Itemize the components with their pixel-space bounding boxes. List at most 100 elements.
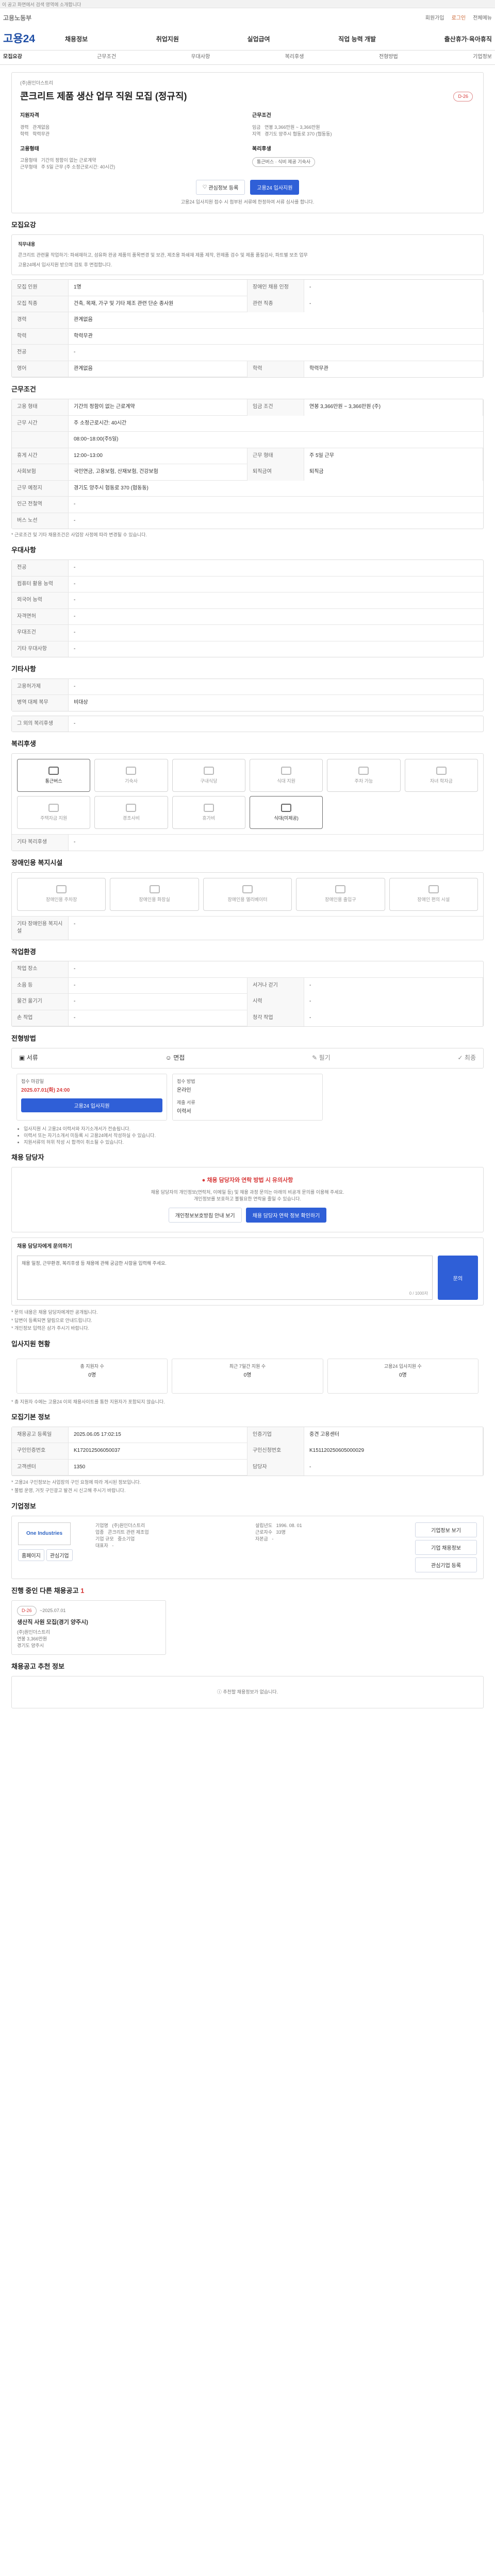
homepage-button[interactable]: 홈페이지	[18, 1549, 44, 1561]
meal-icon	[281, 766, 292, 775]
login-link[interactable]: 로그인	[452, 15, 466, 23]
bus-icon	[48, 766, 59, 775]
status-weekly: 최근 7일간 지원 수 0명	[172, 1359, 323, 1394]
selection-steps: ▣ 서류 ☺ 면접 ✎ 필기 ✓ 최종	[11, 1048, 484, 1069]
status-online: 고용24 입사지원 수 0명	[327, 1359, 478, 1394]
gnb-item-support[interactable]: 취업지원	[156, 35, 179, 44]
privacy-guide-button[interactable]: 개인정보보호방침 안내 보기	[168, 1207, 242, 1223]
disabled-tile-restroom: 장애인용 화장실	[110, 877, 199, 911]
status-total: 총 지원자 수 0명	[16, 1359, 168, 1394]
vacation-icon	[203, 803, 214, 812]
duty-title: 직무내용	[18, 242, 36, 247]
company-jobs-button[interactable]: 기업 채용정보	[415, 1539, 477, 1555]
gnb-item-training[interactable]: 직업 능력 개발	[338, 35, 376, 44]
subnav-item-company[interactable]: 기업정보	[473, 54, 492, 61]
gnb-item-leave[interactable]: 출산휴가·육아휴직	[444, 35, 492, 44]
ministry-logo[interactable]: 고용노동부	[3, 14, 31, 23]
gift-icon	[126, 803, 137, 812]
welfare-section: 복리후생 통근버스 기숙사 구내식당 식대 지원 주차 가능 자녀 학자금 주택…	[11, 739, 484, 851]
summary-welfare-title: 복리후생	[252, 146, 271, 152]
save-job-button[interactable]: ♡ 관심정보 등록	[195, 180, 245, 195]
gnb-item-unemployment[interactable]: 실업급여	[247, 35, 270, 44]
subnav-item-work[interactable]: 근무조건	[97, 54, 116, 61]
disabled-tile-parking: 장애인용 주차장	[17, 877, 106, 911]
education-icon	[436, 766, 447, 775]
recommend-section: 채용공고 추천 정보 ⓘ 추천할 채용정보가 없습니다.	[11, 1662, 484, 1708]
more-jobs-section: 진행 중인 다른 채용공고 1 D-26 ~2025.07.01 생산직 사원 …	[11, 1586, 484, 1655]
welfare-title: 복리후생	[11, 740, 36, 748]
summary-conditions-title: 근무조건	[252, 113, 271, 119]
recommend-title: 채용공고 추천 정보	[11, 1662, 64, 1670]
step-document: ▣ 서류	[19, 1054, 38, 1062]
welfare-tile-bus: 통근버스	[17, 759, 91, 792]
house-icon	[126, 766, 137, 775]
summary-career: 경력 관계없음	[20, 124, 50, 130]
selection-notes: 입사지원 시 고용24 이력서와 자기소개서가 전송됩니다. 이력서 또는 자기…	[11, 1126, 484, 1146]
recruit-section: 모집요강 직무내용 콘크리트 관련물 작업하기: 파쇄재하고, 섬유화 완공 제…	[11, 221, 484, 378]
other-table: 고용허가제 - 병역 대체 복무 비대상	[11, 678, 484, 711]
gnb-item-jobs[interactable]: 채용정보	[65, 35, 88, 44]
contact-info-button[interactable]: 채용 담당자 연락 정보 확인하기	[245, 1207, 327, 1223]
company-info-left: 기업명 (주)원인더스트리 업종 콘크리트 관련 제조업 기업 규모 중소기업 …	[95, 1522, 149, 1549]
step-written: ✎ 필기	[312, 1054, 331, 1062]
disabled-tile-elevator: 장애인용 엘리베이터	[203, 877, 292, 911]
header: 고용노동부 회원가입 로그인 전체메뉴	[0, 8, 495, 29]
job-title: 콘크리트 제품 생산 업무 직원 모집 (정규직)	[20, 91, 187, 102]
welfare-tile-dorm: 기숙사	[94, 759, 168, 792]
warning-line-2: 개인정보를 보호하고 불필요한 연락을 줄일 수 있습니다.	[194, 1196, 301, 1201]
restroom-icon	[149, 885, 160, 894]
contact-notes: * 문의 내용은 채용 담당자에게만 공개됩니다. * 답변이 등록되면 알림으…	[11, 1310, 98, 1331]
follow-company-button[interactable]: 관심기업	[46, 1549, 73, 1561]
welfare-tile-meal-support: 식대(미제공)	[249, 796, 323, 829]
company-title: 기업정보	[11, 1502, 36, 1511]
summary-education: 학력 학력무관	[20, 131, 50, 137]
welfare-tile-housing: 주택자금 지원	[17, 796, 91, 829]
subnav-item-recruit[interactable]: 모집요강	[3, 54, 22, 61]
subnav-item-prefer[interactable]: 우대사항	[191, 54, 210, 61]
subnav-item-welfare[interactable]: 복리후생	[285, 54, 304, 61]
parking-icon	[358, 766, 369, 775]
question-textarea[interactable]: 채용 일정, 근무환경, 복리후생 등 채용에 관해 궁금한 사항을 입력해 주…	[17, 1256, 433, 1300]
contact-title: 채용 담당자	[11, 1153, 44, 1161]
subnav-item-selection[interactable]: 전형방법	[379, 54, 398, 61]
company-info-button[interactable]: 기업정보 보기	[415, 1522, 477, 1537]
work-section: 근무조건 고용 형태 기간의 정함이 없는 근로계약 임금 조건 연봉 3,366만원…	[11, 385, 484, 538]
company-name: (주)원인더스트리	[20, 80, 53, 86]
selection-section: 전형방법 ▣ 서류 ☺ 면접 ✎ 필기 ✓ 최종 접수 마감일 2025.07.…	[11, 1034, 484, 1145]
company-section: 기업정보 One Industries 홈페이지 관심기업 기업명 (주)원인더…	[11, 1502, 484, 1579]
summary-employment-title: 고용형태	[20, 146, 39, 152]
summary-welfare: 통근버스 · 식비 제공 기숙사	[252, 157, 475, 167]
header-utilities: 회원가입 로그인 전체메뉴	[425, 15, 492, 23]
summary-employment: 고용형태 기간의 정함이 없는 근로계약	[20, 158, 96, 163]
warning-icon: ●	[202, 1177, 206, 1183]
step-interview: ☺ 면접	[165, 1054, 185, 1062]
company-box: One Industries 홈페이지 관심기업 기업명 (주)원인더스트리 업…	[11, 1515, 484, 1579]
recruit-table: 모집 인원 1명 장애인 채용 인정 - 모집 직종 건축, 목재, 가구 및 기타 제…	[11, 279, 484, 378]
all-menu-link[interactable]: 전체메뉴	[473, 15, 492, 23]
dday-badge: D-26	[453, 91, 473, 101]
disabled-box: 장애인용 주차장 장애인용 화장실 장애인용 엘리베이터 장애인용 출입구 장애…	[11, 872, 484, 940]
site-brand[interactable]: 고용24	[3, 31, 65, 47]
home-loan-icon	[48, 803, 59, 812]
environment-table: 작업 장소 - 소음 등 - 서거나 걷기 - 물건 옮기기 - 시력 - 손 작업 - 청각 작…	[11, 961, 484, 1027]
apply-info: 접수 마감일 2025.07.01(화) 24:00 고용24 입사지원 접수 …	[11, 1069, 484, 1126]
elevator-icon	[242, 885, 253, 894]
job-detail-page: (주)원인더스트리 콘크리트 제품 생산 업무 직원 모집 (정규직) D-26…	[11, 72, 484, 1708]
deadline-card: 접수 마감일 2025.07.01(화) 24:00 고용24 입사지원	[16, 1073, 167, 1121]
apply-online-button[interactable]: 고용24 입사지원	[21, 1098, 162, 1113]
company-follow-button[interactable]: 관심기업 등록	[415, 1557, 477, 1572]
signup-link[interactable]: 회원가입	[425, 15, 444, 23]
welfare-box: 통근버스 기숙사 구내식당 식대 지원 주차 가능 자녀 학자금 주택자금 지원…	[11, 753, 484, 851]
summary-qualification: 지원자격 경력 관계없음 학력 학력무관 고용형태 고용형태 기간의 정함이 없…	[20, 112, 243, 171]
global-navigation: 채용정보 취업지원 실업급여 직업 능력 개발 출산휴가·육아휴직	[65, 35, 492, 44]
company-info-right: 설립년도 1996. 08. 01 근로자수 33명 자본금 -	[255, 1522, 302, 1541]
extra-welfare: 그 외의 복리후생 -	[11, 715, 484, 733]
disabled-section: 장애인용 복지시설 장애인용 주차장 장애인용 화장실 장애인용 엘리베이터 장…	[11, 858, 484, 940]
warning-title: ● 채용 담당자와 연락 방법 시 유의사항	[202, 1177, 293, 1183]
question-submit-button[interactable]: 문의	[438, 1256, 478, 1300]
more-jobs-title: 진행 중인 다른 채용공고 1	[11, 1586, 85, 1595]
welfare-grid: 통근버스 기숙사 구내식당 식대 지원 주차 가능 자녀 학자금 주택자금 지원…	[12, 754, 483, 834]
more-job-card[interactable]: D-26 ~2025.07.01 생산직 사원 모집(경기 양주시) (주)원인…	[11, 1600, 166, 1655]
apply-button[interactable]: 고용24 입사지원	[250, 180, 300, 195]
disabled-tile-entrance: 장애인용 출입구	[296, 877, 385, 911]
